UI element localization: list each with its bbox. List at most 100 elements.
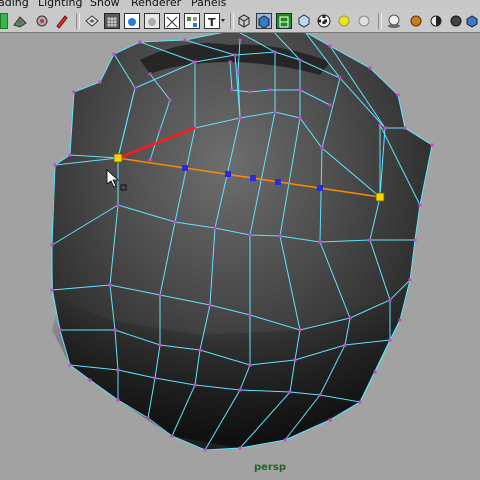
edge-loop-point: [275, 179, 281, 185]
film-gate-icon[interactable]: [124, 13, 140, 29]
textured-cube-icon[interactable]: [296, 13, 312, 29]
sun-icon[interactable]: [408, 13, 424, 29]
isolate-icon[interactable]: [464, 13, 480, 29]
xray-icon[interactable]: [448, 13, 464, 29]
mesh-vertex: [288, 390, 292, 394]
paint-icon[interactable]: [12, 13, 28, 29]
mesh-vertex: [318, 240, 322, 244]
edge-loop-point: [182, 165, 188, 171]
safe-action-icon[interactable]: [184, 13, 200, 29]
mesh-vertex: [98, 80, 102, 84]
menu-renderer[interactable]: Renderer: [131, 0, 181, 10]
gear-icon[interactable]: [34, 13, 50, 29]
resolution-gate-icon[interactable]: [144, 13, 160, 29]
mesh-vertex: [116, 398, 120, 402]
mesh-vertex: [273, 110, 277, 114]
edge-loop-point: [250, 175, 256, 181]
smooth-shade-cube-icon[interactable]: [256, 13, 272, 29]
wireframe-cube-icon[interactable]: [236, 13, 252, 29]
mesh-vertex: [238, 116, 242, 120]
mesh-scene: [50, 33, 434, 452]
mesh-vertex: [148, 72, 152, 76]
brush-icon[interactable]: [54, 13, 70, 29]
text-icon[interactable]: T: [204, 13, 220, 29]
mesh-vertex: [248, 233, 252, 237]
mesh-vertex: [408, 278, 412, 282]
mesh-vertex: [58, 328, 62, 332]
mesh-vertex: [368, 238, 372, 242]
selected-vertex[interactable]: [113, 153, 123, 163]
mesh-vertex: [403, 126, 407, 130]
mesh-vertex: [298, 116, 302, 120]
mesh-vertex: [153, 376, 157, 380]
mesh-vertex: [50, 288, 54, 292]
mesh-vertex: [430, 143, 434, 147]
mesh-vertex: [198, 348, 202, 352]
camera-name-label: persp: [254, 462, 286, 473]
menu-show[interactable]: Show: [90, 0, 120, 10]
toolbar-separator: [230, 13, 234, 29]
mesh-vertex: [50, 243, 54, 247]
mesh-vertex: [373, 370, 377, 374]
mesh-vertex: [413, 238, 417, 242]
mesh-vertex: [113, 328, 117, 332]
mesh-vertex: [248, 90, 252, 94]
mesh-vertex: [213, 226, 217, 230]
mesh-vertex: [328, 44, 332, 48]
checker-icon[interactable]: [316, 13, 332, 29]
mesh-vertex: [338, 76, 342, 80]
mesh-vertex: [230, 88, 234, 92]
mesh-vertex: [158, 343, 162, 347]
menu-panels[interactable]: Panels: [191, 0, 226, 10]
mesh-vertex: [203, 448, 207, 452]
mesh-vertex: [298, 88, 302, 92]
mesh-vertex: [388, 338, 392, 342]
mesh-vertex: [348, 316, 352, 320]
field-chart-icon[interactable]: [164, 13, 180, 29]
toolbar-separator: [378, 13, 382, 29]
light-sphere-icon[interactable]: [336, 13, 352, 29]
mesh-vertex: [388, 298, 392, 302]
mesh-vertex: [236, 70, 240, 74]
mesh-vertex: [328, 103, 332, 107]
mesh-vertex: [248, 313, 252, 317]
mesh-vertex: [328, 418, 332, 422]
mesh-vertex: [170, 434, 174, 438]
mesh-vertex: [193, 383, 197, 387]
wireframe-on-shaded-icon[interactable]: [276, 13, 292, 29]
select-camera-icon[interactable]: [84, 13, 100, 29]
grid-icon[interactable]: [104, 13, 120, 29]
sphere-icon[interactable]: [356, 13, 372, 29]
mesh-vertex: [88, 378, 92, 382]
mesh-vertex: [320, 146, 324, 150]
mesh-vertex: [383, 126, 387, 130]
mesh-vertex: [248, 363, 252, 367]
mesh-vertex: [278, 234, 282, 238]
menu-shading[interactable]: ading: [0, 0, 29, 10]
selected-vertex[interactable]: [375, 192, 385, 202]
mesh-vertex: [158, 293, 162, 297]
mesh-vertex: [238, 446, 242, 450]
mesh-vertex: [108, 283, 112, 287]
mesh-vertex: [283, 438, 287, 442]
mesh-vertex: [138, 40, 142, 44]
mesh-vertex: [343, 343, 347, 347]
menubar: ading Lighting Show Renderer Panels: [0, 0, 480, 10]
mesh-vertex: [183, 38, 187, 42]
half-sphere-icon[interactable]: [428, 13, 444, 29]
mesh-vertex: [368, 66, 372, 70]
bars-icon[interactable]: [0, 13, 8, 29]
mesh-vertex: [116, 368, 120, 372]
mesh-vertex: [133, 86, 137, 90]
shadow-sphere-icon[interactable]: [386, 13, 402, 29]
mesh-vertex: [68, 363, 72, 367]
mesh-vertex: [173, 220, 177, 224]
perspective-viewport[interactable]: persp: [0, 33, 480, 480]
mesh-vertex: [228, 60, 232, 64]
mesh-vertex: [238, 38, 242, 42]
mesh-vertex: [146, 416, 150, 420]
mesh-vertex: [112, 52, 116, 56]
mesh-vertex: [168, 98, 172, 102]
menu-lighting[interactable]: Lighting: [38, 0, 82, 10]
text-icon-dropdown[interactable]: [220, 13, 226, 29]
